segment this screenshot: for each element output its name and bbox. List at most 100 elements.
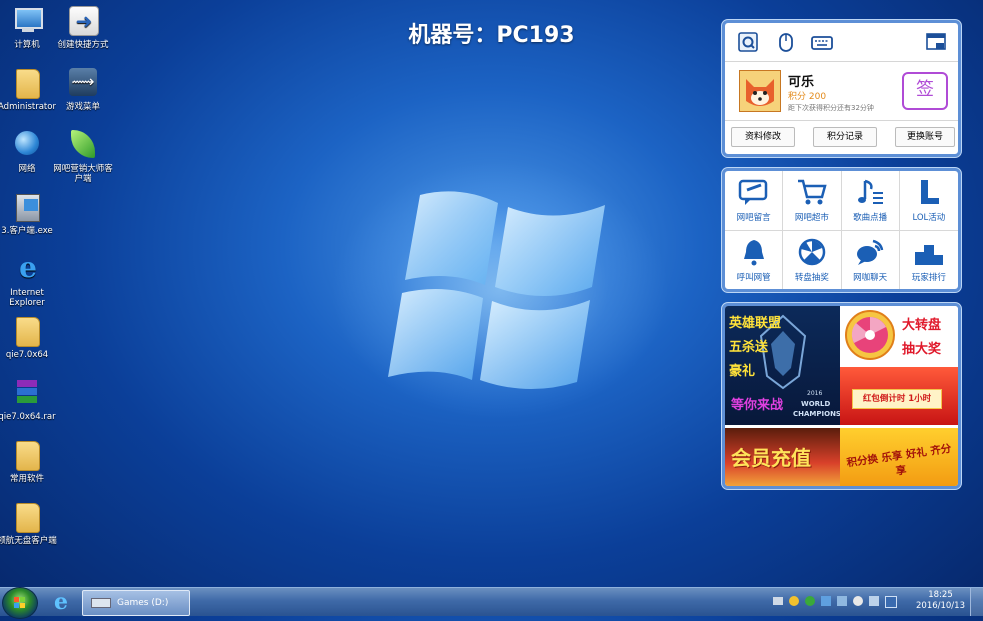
show-desktop-button[interactable] xyxy=(970,588,983,616)
points-hint: 距下次获得积分还有32分钟 xyxy=(788,104,874,112)
service-call-admin[interactable]: 呼叫网管 xyxy=(725,230,784,289)
desktop-icon-client-exe[interactable]: 3.客户端.exe xyxy=(0,191,58,236)
desktop-icon-administrator[interactable]: Administrator xyxy=(0,67,58,112)
tray-monitor-icon[interactable] xyxy=(837,596,847,606)
service-ranking[interactable]: 玩家排行 xyxy=(900,231,958,290)
desktop-icon-label: 网吧营销大师客户端 xyxy=(53,164,113,184)
lol-ad-year: 2016 xyxy=(807,390,823,397)
window-minimize-icon[interactable] xyxy=(925,31,947,53)
windows-orb-icon xyxy=(14,597,25,608)
desktop-icon-label: 领航无盘客户端 xyxy=(0,536,57,546)
desktop-icon-label: Internet Explorer xyxy=(9,288,45,308)
avatar[interactable] xyxy=(739,70,781,112)
sign-in-button[interactable]: 签 xyxy=(902,72,948,110)
username: 可乐 xyxy=(788,75,815,90)
service-chat[interactable]: 网咖聊天 xyxy=(842,230,900,289)
points-exchange-text: 积分换 乐享 好礼 齐分享 xyxy=(845,442,953,478)
service-label: 网吧留言 xyxy=(736,213,771,223)
leaf-icon xyxy=(66,129,100,161)
tray-qq-icon[interactable] xyxy=(789,596,799,606)
fox-avatar-icon xyxy=(740,71,780,111)
desktop-icon-label: 网络 xyxy=(18,164,36,174)
lucky-wheel-ad[interactable]: 大转盘 抽大奖 xyxy=(840,306,958,364)
bell-icon xyxy=(743,239,764,265)
points-record-button[interactable]: 积分记录 xyxy=(813,127,877,147)
wheel-icon xyxy=(798,238,826,265)
ie-icon: e xyxy=(19,251,37,284)
desktop-icon-label: 创建快捷方式 xyxy=(57,40,109,50)
red-packet-ad[interactable]: 红包倒计时 1小时 xyxy=(840,367,958,425)
desktop-icon-label: 游戏菜单 xyxy=(65,102,100,112)
tray-network-icon[interactable] xyxy=(821,596,831,606)
podium-icon xyxy=(914,244,943,265)
wheel-ad-line2: 抽大奖 xyxy=(902,342,942,357)
service-lol[interactable]: LOL活动 xyxy=(899,171,958,231)
desktop-icon-label: 计算机 xyxy=(14,40,40,50)
user-panel: 可乐 积分 200 距下次获得积分还有32分钟 签 资料修改 积分记录 更换账号 xyxy=(722,20,961,157)
desktop-icon-marketing-client[interactable]: 网吧营销大师客户端 xyxy=(52,129,114,184)
tray-app-icon[interactable] xyxy=(885,596,897,608)
desktop-icon-ie[interactable]: e Internet Explorer xyxy=(0,251,58,309)
start-button[interactable] xyxy=(2,587,38,619)
taskbar-games-window[interactable]: Games (D:) xyxy=(82,590,190,616)
service-lucky-wheel[interactable]: 转盘抽奖 xyxy=(783,230,842,289)
system-tray: 18:25 2016/10/13 xyxy=(773,588,983,616)
taskbar: e Games (D:) 18:25 2016/10/13 xyxy=(0,587,983,619)
lol-ad-line2: 五杀送 xyxy=(729,340,769,355)
desktop-icon-qie-rar[interactable]: qie7.0x64.rar xyxy=(0,377,58,422)
prize-wheel-icon xyxy=(845,310,895,360)
recharge-ad-text: 会员充值 xyxy=(731,446,811,470)
desktop-icon-create-shortcut[interactable]: ➜ 创建快捷方式 xyxy=(52,5,114,50)
qq-icon[interactable] xyxy=(737,31,759,53)
clock-time: 18:25 xyxy=(928,590,953,600)
lol-ad-line1: 英雄联盟 xyxy=(729,316,782,331)
tray-speaker-icon[interactable] xyxy=(869,596,879,606)
service-message[interactable]: 网吧留言 xyxy=(725,171,784,231)
desktop-icon-common-software[interactable]: 常用软件 xyxy=(0,439,58,484)
ads-panel: 英雄联盟 五杀送 豪礼 等你来战 2016 WORLD CHAMPIONSH 大… xyxy=(722,303,961,489)
points-exchange-ad[interactable]: 积分换 乐享 好礼 齐分享 xyxy=(840,428,958,486)
lol-ad-banner[interactable]: 英雄联盟 五杀送 豪礼 等你来战 2016 WORLD CHAMPIONSH xyxy=(725,306,840,425)
wheel-ad-line1: 大转盘 xyxy=(902,318,942,333)
keyboard-icon[interactable] xyxy=(811,31,833,53)
desktop-icon-label: qie7.0x64 xyxy=(5,350,49,360)
game-menu-icon: ⟿ xyxy=(66,67,100,99)
desktop-icon-network[interactable]: 网络 xyxy=(0,129,58,174)
user-folder-icon xyxy=(10,67,44,99)
rar-icon xyxy=(10,377,44,409)
tray-volume-icon[interactable] xyxy=(853,596,863,606)
folder-icon xyxy=(10,439,44,471)
desktop-icon-computer[interactable]: 计算机 xyxy=(0,5,58,50)
mouse-icon[interactable] xyxy=(775,31,797,53)
service-label: 网吧超市 xyxy=(794,213,829,223)
taskbar-clock[interactable]: 18:25 2016/10/13 xyxy=(916,590,965,612)
lol-ad-championship: CHAMPIONSH xyxy=(793,410,840,418)
service-label: 转盘抽奖 xyxy=(794,272,829,283)
folder-icon xyxy=(10,315,44,347)
folder-icon xyxy=(10,501,44,533)
tray-keyboard-icon[interactable] xyxy=(773,597,783,605)
lol-ad-world: WORLD xyxy=(801,400,831,408)
drive-icon xyxy=(91,597,111,608)
red-packet-countdown: 红包倒计时 1小时 xyxy=(852,389,942,409)
clock-date: 2016/10/13 xyxy=(916,601,965,611)
desktop-icon-game-menu[interactable]: ⟿ 游戏菜单 xyxy=(52,67,114,112)
windows-logo xyxy=(388,191,605,390)
desktop-icon-label: Administrator xyxy=(0,102,56,112)
cart-icon xyxy=(797,179,827,205)
edit-profile-button[interactable]: 资料修改 xyxy=(731,127,795,147)
tray-security-icon[interactable] xyxy=(805,596,815,606)
vip-recharge-ad[interactable]: 会员充值 xyxy=(725,428,840,486)
service-label: 呼叫网管 xyxy=(736,272,771,283)
message-icon xyxy=(738,179,767,205)
installer-icon xyxy=(10,191,44,223)
desktop-icon-label: 3.客户端.exe xyxy=(1,226,53,236)
service-music[interactable]: 歌曲点播 xyxy=(841,171,900,231)
taskbar-ie-button[interactable]: e xyxy=(48,590,74,614)
desktop-icon-qie-folder[interactable]: qie7.0x64 xyxy=(0,315,58,360)
service-shop[interactable]: 网吧超市 xyxy=(783,171,842,231)
desktop-icon-diskless-client[interactable]: 领航无盘客户端 xyxy=(0,501,58,546)
switch-account-button[interactable]: 更换账号 xyxy=(895,127,955,147)
service-label: 歌曲点播 xyxy=(853,213,888,223)
shortcut-icon: ➜ xyxy=(66,5,100,37)
